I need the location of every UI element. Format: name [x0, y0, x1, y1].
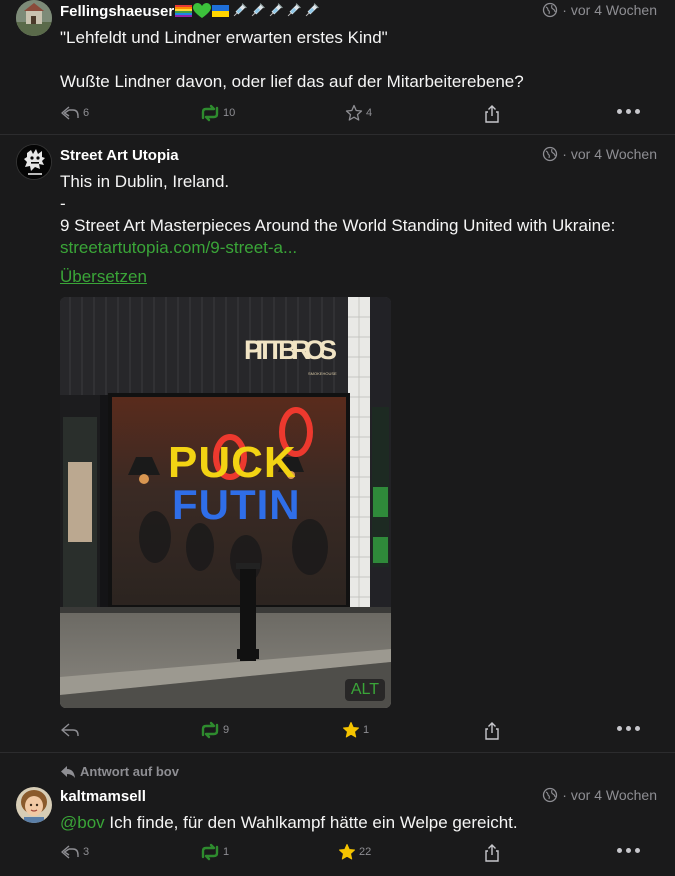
green-heart-icon	[193, 3, 212, 19]
alt-badge[interactable]: ALT	[344, 679, 385, 701]
boost-icon	[201, 104, 219, 122]
boost-button[interactable]: 9	[200, 721, 229, 739]
reply-button[interactable]	[60, 721, 80, 739]
post-text-line: "Lehfeldt und Lindner erwarten erstes Ki…	[60, 28, 388, 47]
slogan-line-2: FUTIN	[172, 481, 301, 528]
boost-count: 10	[223, 107, 236, 119]
boost-button[interactable]: 1	[200, 843, 229, 861]
reply-icon	[61, 765, 75, 778]
post-link[interactable]: streetartutopia.com/9-street-a...	[60, 237, 660, 259]
post-content: This in Dublin, Ireland. - 9 Street Art …	[60, 171, 660, 288]
globe-icon	[543, 2, 558, 18]
more-options-button[interactable]	[617, 109, 640, 114]
reply-all-icon	[61, 845, 79, 859]
syringe-icon	[285, 3, 301, 19]
syringe-icon	[231, 3, 247, 19]
reply-count: 6	[83, 107, 90, 119]
slogan-line-1: PUCK	[168, 438, 297, 487]
mention-link[interactable]: @bov	[60, 813, 105, 832]
share-icon	[485, 844, 499, 862]
globe-icon	[543, 146, 558, 162]
globe-icon	[543, 787, 558, 803]
boost-count: 1	[223, 846, 230, 858]
share-button[interactable]	[483, 104, 501, 124]
favourite-button[interactable]: 22	[338, 843, 371, 861]
post-text-line: -	[60, 194, 66, 213]
share-button[interactable]	[483, 721, 501, 741]
boost-count: 9	[223, 724, 230, 736]
post-meta: · vor 4 Wochen	[542, 787, 657, 803]
favourite-count: 22	[359, 846, 372, 858]
post-content: "Lehfeldt und Lindner erwarten erstes Ki…	[60, 27, 660, 93]
favourite-button[interactable]: 4	[345, 104, 372, 122]
star-filled-icon	[343, 722, 359, 738]
favourite-count: 4	[366, 107, 373, 119]
post-time[interactable]: vor 4 Wochen	[571, 2, 657, 18]
reply-all-icon	[61, 106, 79, 120]
post-text-line: This in Dublin, Ireland.	[60, 172, 230, 191]
more-options-button[interactable]	[617, 848, 640, 853]
post-actions: 9 1	[60, 721, 650, 743]
share-icon	[485, 722, 499, 740]
reply-button[interactable]: 6	[60, 104, 89, 122]
post-meta: · vor 4 Wochen	[542, 146, 657, 162]
boost-button[interactable]: 10	[200, 104, 235, 122]
favourite-count: 1	[363, 724, 370, 736]
ukraine-flag-icon	[212, 4, 230, 17]
post-actions: 6 10 4	[60, 104, 650, 126]
avatar[interactable]	[16, 787, 52, 823]
reply-icon	[61, 723, 79, 737]
boost-icon	[201, 721, 219, 739]
star-filled-icon	[339, 844, 355, 860]
post-fellingshaeuser: Fellingshaeuser · vor 4 Wochen "Lehfeldt…	[0, 0, 675, 133]
post-time[interactable]: vor 4 Wochen	[571, 146, 657, 162]
reply-count: 3	[83, 846, 90, 858]
post-text-line: 9 Street Art Masterpieces Around the Wor…	[60, 216, 616, 235]
syringe-icon	[303, 3, 319, 19]
syringe-icon	[267, 3, 283, 19]
author-name-text: Fellingshaeuser	[60, 3, 175, 20]
shop-sign-small: SMOKEHOUSE	[308, 371, 337, 376]
boost-icon	[201, 843, 219, 861]
star-outline-icon	[345, 104, 363, 121]
reply-button[interactable]: 3	[60, 843, 89, 861]
share-button[interactable]	[483, 843, 501, 863]
share-icon	[485, 105, 499, 123]
author-name[interactable]: Street Art Utopia	[60, 147, 179, 164]
post-actions: 3 1 22	[60, 843, 650, 865]
reply-context[interactable]: Antwort auf bov	[60, 764, 179, 779]
post-street-art-utopia: Street Art Utopia · vor 4 Wochen This in…	[0, 135, 675, 752]
storefront-photo: PUCK FUTIN PITT BROS SMOKEHOUSE	[60, 297, 391, 708]
post-content: @bov Ich finde, für den Wahlkampf hätte …	[60, 812, 660, 834]
media-attachment[interactable]: PUCK FUTIN PITT BROS SMOKEHOUSE ALT	[60, 297, 391, 708]
post-kaltmamsell: Antwort auf bov kaltmamsell · vor 4 Woch…	[0, 753, 675, 876]
translate-link[interactable]: Übersetzen	[60, 266, 660, 288]
favourite-button[interactable]: 1	[342, 721, 369, 739]
rainbow-flag-icon	[175, 4, 193, 17]
shop-sign: PITT BROS	[244, 335, 336, 365]
more-options-button[interactable]	[617, 726, 640, 731]
post-text-line: Wußte Lindner davon, oder lief das auf d…	[60, 72, 524, 91]
avatar[interactable]	[16, 0, 52, 36]
post-meta: · vor 4 Wochen	[542, 2, 657, 18]
post-time[interactable]: vor 4 Wochen	[571, 787, 657, 803]
author-name[interactable]: kaltmamsell	[60, 788, 146, 805]
dot-separator: ·	[562, 146, 567, 162]
dot-separator: ·	[562, 2, 567, 18]
syringe-icon	[249, 3, 265, 19]
reply-context-text: Antwort auf bov	[80, 764, 179, 779]
author-name[interactable]: Fellingshaeuser	[60, 3, 319, 20]
avatar[interactable]	[16, 144, 52, 180]
dot-separator: ·	[562, 787, 567, 803]
post-text: Ich finde, für den Wahlkampf hätte ein W…	[104, 813, 518, 832]
